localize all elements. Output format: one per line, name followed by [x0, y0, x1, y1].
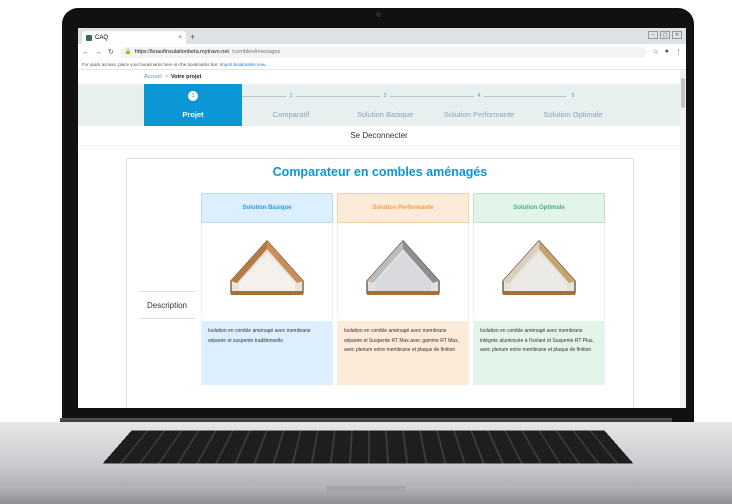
laptop-notch — [326, 486, 406, 494]
new-tab-button[interactable]: + — [190, 31, 195, 43]
solution-title[interactable]: Solution Basique — [201, 193, 333, 223]
step-number: 4 — [474, 91, 484, 101]
attic-roof-icon — [502, 239, 576, 295]
menu-icon[interactable]: ⋮ — [675, 48, 682, 56]
url-host: https://knaufinsulationbeta.mytravo.net — [134, 49, 229, 55]
breadcrumb-home[interactable]: Accueil — [144, 74, 162, 80]
step-label: Solution Performante — [443, 110, 515, 119]
back-arrow-icon[interactable]: ← — [82, 49, 89, 56]
step-label: Solution Optimale — [543, 110, 603, 119]
browser-tab[interactable]: CAQ × — [82, 31, 186, 44]
step-number: 3 — [380, 91, 390, 101]
attic-illustration — [201, 223, 333, 317]
browser-tabbar: CAQ × + – ▢ ✕ — [78, 28, 686, 44]
page-scrollbar[interactable] — [680, 70, 686, 408]
solution-description: Isolation en comble aménagé avec membran… — [473, 321, 605, 385]
solution-column-basique: Solution Basique Isolation en comble amé… — [201, 193, 333, 385]
step-number: 1 — [188, 91, 198, 101]
step-label: Comparatif — [272, 110, 310, 119]
solution-description: Isolation en comble aménagé avec membran… — [337, 321, 469, 385]
laptop-keyboard — [102, 430, 634, 464]
step-label: Projet — [182, 110, 204, 119]
laptop-screen: CAQ × + – ▢ ✕ ← → ↻ 🔒 https://knaufinsul… — [78, 28, 686, 408]
step-comparatif[interactable]: 2 Comparatif — [242, 84, 340, 126]
step-projet[interactable]: 1 Projet — [144, 84, 242, 126]
attic-illustration — [473, 223, 605, 317]
favicon-icon — [86, 34, 92, 41]
webcam — [376, 12, 381, 17]
step-solution-basique[interactable]: 3 Solution Basique — [336, 84, 434, 126]
attic-roof-icon — [230, 239, 304, 295]
breadcrumb-separator: > — [164, 74, 168, 80]
forward-arrow-icon[interactable]: → — [95, 49, 102, 56]
reload-icon[interactable]: ↻ — [108, 48, 114, 56]
step-number: 5 — [568, 91, 578, 101]
logout-link[interactable]: Se Deconnecter — [78, 126, 680, 146]
comparator-panel: Comparateur en combles aménagés Descript… — [126, 158, 634, 408]
minimize-icon[interactable]: – — [648, 31, 658, 39]
url-path: /comblesAmenages — [231, 49, 281, 55]
step-number: 2 — [286, 91, 296, 101]
breadcrumb: Accueil > Votre projet — [144, 74, 201, 80]
lock-icon: 🔒 — [124, 49, 132, 55]
solution-column-optimale: Solution Optimale Isolation en comble am… — [473, 193, 605, 385]
bookmarks-hint: For quick access, place your bookmarks h… — [82, 62, 219, 67]
breadcrumb-current: Votre projet — [170, 74, 202, 80]
profile-icon[interactable]: ● — [665, 48, 669, 56]
tab-title: CAQ — [95, 34, 109, 41]
attic-roof-icon — [366, 239, 440, 295]
bookmarks-bar: For quick access, place your bookmarks h… — [78, 60, 686, 70]
star-icon[interactable]: ☆ — [652, 48, 658, 56]
scrollbar-thumb[interactable] — [681, 78, 685, 108]
solution-column-performante: Solution Performante Isolation en comble… — [337, 193, 469, 385]
close-window-icon[interactable]: ✕ — [672, 31, 682, 39]
toolbar-actions: ☆ ● ⋮ — [652, 48, 682, 56]
import-bookmarks-link[interactable]: Import bookmarks now... — [220, 62, 269, 67]
tab-close-icon[interactable]: × — [178, 35, 182, 41]
attic-illustration — [337, 223, 469, 317]
web-page: Accueil > Votre projet 1 Projet 2 Comparat… — [78, 70, 680, 408]
solution-title[interactable]: Solution Performante — [337, 193, 469, 223]
step-label: Solution Basique — [356, 110, 414, 119]
address-bar[interactable]: 🔒 https://knaufinsulationbeta.mytravo.ne… — [119, 46, 647, 58]
step-solution-performante[interactable]: 4 Solution Performante — [430, 84, 528, 126]
progress-stepper: 1 Projet 2 Comparatif 3 Solution Basique… — [78, 84, 680, 126]
comparator-title: Comparateur en combles aménagés — [272, 165, 488, 179]
solution-description: Isolation en comble aménagé avec membran… — [201, 321, 333, 385]
description-row-label: Description — [139, 291, 195, 319]
maximize-icon[interactable]: ▢ — [660, 31, 670, 39]
window-controls: – ▢ ✕ — [648, 31, 682, 39]
step-solution-optimale[interactable]: 5 Solution Optimale — [524, 84, 622, 126]
solution-title[interactable]: Solution Optimale — [473, 193, 605, 223]
browser-toolbar: ← → ↻ 🔒 https://knaufinsulationbeta.mytr… — [78, 44, 686, 60]
